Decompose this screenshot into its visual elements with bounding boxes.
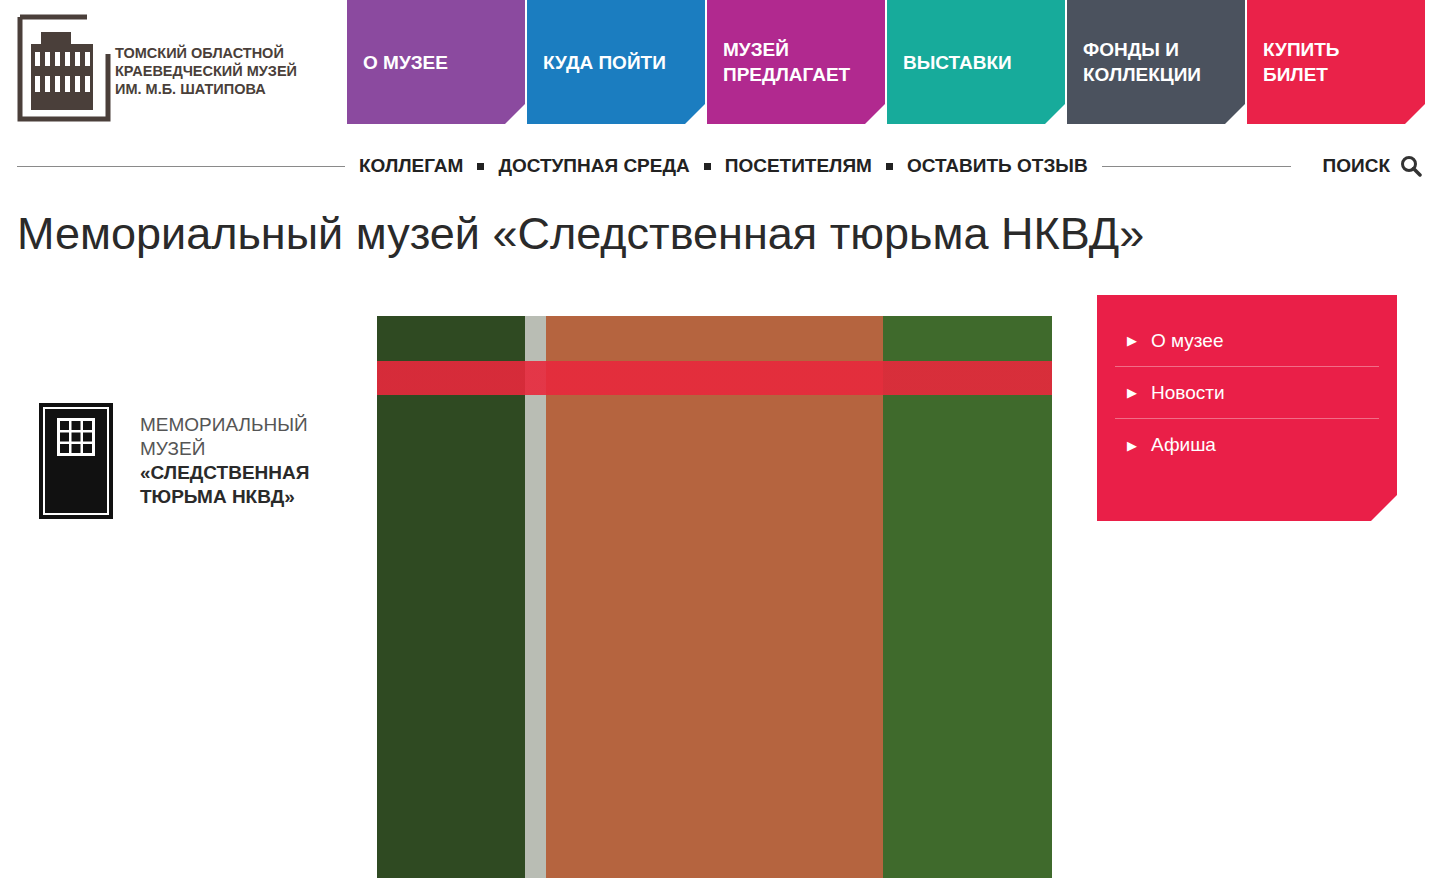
memorial-logo: МЕМОРИАЛЬНЫЙМУЗЕЙ«СЛЕДСТВЕННАЯТЮРЬМА НКВ… <box>38 402 377 520</box>
prison-door-icon <box>38 402 114 520</box>
search-label: ПОИСК <box>1323 155 1390 177</box>
magnifier-icon <box>1400 155 1422 177</box>
logo-text: ТОМСКИЙ ОБЛАСТНОЙКРАЕВЕДЧЕСКИЙ МУЗЕЙИМ. … <box>115 14 297 98</box>
memorial-logo-line: МЕМОРИАЛЬНЫЙ <box>140 413 309 437</box>
nav-label: МУЗЕЙ <box>723 37 871 62</box>
side-menu-label: Афиша <box>1151 434 1216 456</box>
memorial-logo-line: МУЗЕЙ <box>140 437 309 461</box>
logo-line: ИМ. М.Б. ШАТИПОВА <box>115 80 297 98</box>
search-button[interactable]: ПОИСК <box>1323 155 1422 177</box>
nav-tile[interactable]: МУЗЕЙПРЕДЛАГАЕТ <box>707 0 885 124</box>
content: МЕМОРИАЛЬНЫЙМУЗЕЙ«СЛЕДСТВЕННАЯТЮРЬМА НКВ… <box>0 295 1452 878</box>
nav-label: О МУЗЕЕ <box>363 50 511 75</box>
separator-square <box>886 163 893 170</box>
left-column: МЕМОРИАЛЬНЫЙМУЗЕЙ«СЛЕДСТВЕННАЯТЮРЬМА НКВ… <box>0 295 377 520</box>
nav-tile[interactable]: КУПИТЬБИЛЕТ <box>1247 0 1425 124</box>
side-menu-label: Новости <box>1151 382 1225 404</box>
side-menu-item[interactable]: ▶ Афиша <box>1115 419 1379 471</box>
arrow-icon: ▶ <box>1127 333 1137 348</box>
nav-tile[interactable]: ФОНДЫ ИКОЛЛЕКЦИИ <box>1067 0 1245 124</box>
nav-label: БИЛЕТ <box>1263 62 1411 87</box>
header: ТОМСКИЙ ОБЛАСТНОЙКРАЕВЕДЧЕСКИЙ МУЗЕЙИМ. … <box>0 0 1452 124</box>
logo-line: КРАЕВЕДЧЕСКИЙ МУЗЕЙ <box>115 62 297 80</box>
side-menu-item[interactable]: ▶ О музее <box>1115 315 1379 367</box>
building-photo <box>377 316 1052 878</box>
memorial-logo-text: МЕМОРИАЛЬНЫЙМУЗЕЙ«СЛЕДСТВЕННАЯТЮРЬМА НКВ… <box>140 413 309 509</box>
nav-label: ВЫСТАВКИ <box>903 50 1051 75</box>
sub-link[interactable]: ПОСЕТИТЕЛЯМ <box>725 155 872 177</box>
page-title: Мемориальный музей «Следственная тюрьма … <box>0 204 1452 264</box>
nav-label: КОЛЛЕКЦИИ <box>1083 62 1231 87</box>
arrow-icon: ▶ <box>1127 438 1137 453</box>
side-menu-label: О музее <box>1151 330 1223 352</box>
arrow-icon: ▶ <box>1127 385 1137 400</box>
site-logo[interactable]: ТОМСКИЙ ОБЛАСТНОЙКРАЕВЕДЧЕСКИЙ МУЗЕЙИМ. … <box>17 0 347 124</box>
side-menu-item[interactable]: ▶ Новости <box>1115 367 1379 419</box>
nav-tile[interactable]: О МУЗЕЕ <box>347 0 525 124</box>
divider-line <box>17 166 345 167</box>
memorial-logo-line: ТЮРЬМА НКВД» <box>140 485 309 509</box>
side-menu: ▶ О музее ▶ Новости ▶ Афиша <box>1097 295 1397 521</box>
sub-link[interactable]: КОЛЛЕГАМ <box>359 155 463 177</box>
page: ТОМСКИЙ ОБЛАСТНОЙКРАЕВЕДЧЕСКИЙ МУЗЕЙИМ. … <box>0 0 1452 896</box>
sub-link[interactable]: ОСТАВИТЬ ОТЗЫВ <box>907 155 1088 177</box>
memorial-logo-line: «СЛЕДСТВЕННАЯ <box>140 461 309 485</box>
divider-line <box>1102 166 1291 167</box>
sub-link[interactable]: ДОСТУПНАЯ СРЕДА <box>498 155 689 177</box>
main-nav: О МУЗЕЕ КУДА ПОЙТИ МУЗЕЙПРЕДЛАГАЕТ ВЫСТАВКИ… <box>347 0 1425 124</box>
nav-label: КУДА ПОЙТИ <box>543 50 691 75</box>
separator-square <box>704 163 711 170</box>
nav-tile[interactable]: КУДА ПОЙТИ <box>527 0 705 124</box>
logo-line: ТОМСКИЙ ОБЛАСТНОЙ <box>115 44 297 62</box>
sub-links: КОЛЛЕГАМ ДОСТУПНАЯ СРЕДА ПОСЕТИТЕЛЯМ ОСТАВИ… <box>359 155 1088 177</box>
sub-nav: КОЛЛЕГАМ ДОСТУПНАЯ СРЕДА ПОСЕТИТЕЛЯМ ОСТАВИ… <box>0 150 1452 182</box>
nav-label: ПРЕДЛАГАЕТ <box>723 62 871 87</box>
separator-square <box>477 163 484 170</box>
nav-label: КУПИТЬ <box>1263 37 1411 62</box>
nav-tile[interactable]: ВЫСТАВКИ <box>887 0 1065 124</box>
museum-building-icon <box>17 14 111 122</box>
nav-label: ФОНДЫ И <box>1083 37 1231 62</box>
